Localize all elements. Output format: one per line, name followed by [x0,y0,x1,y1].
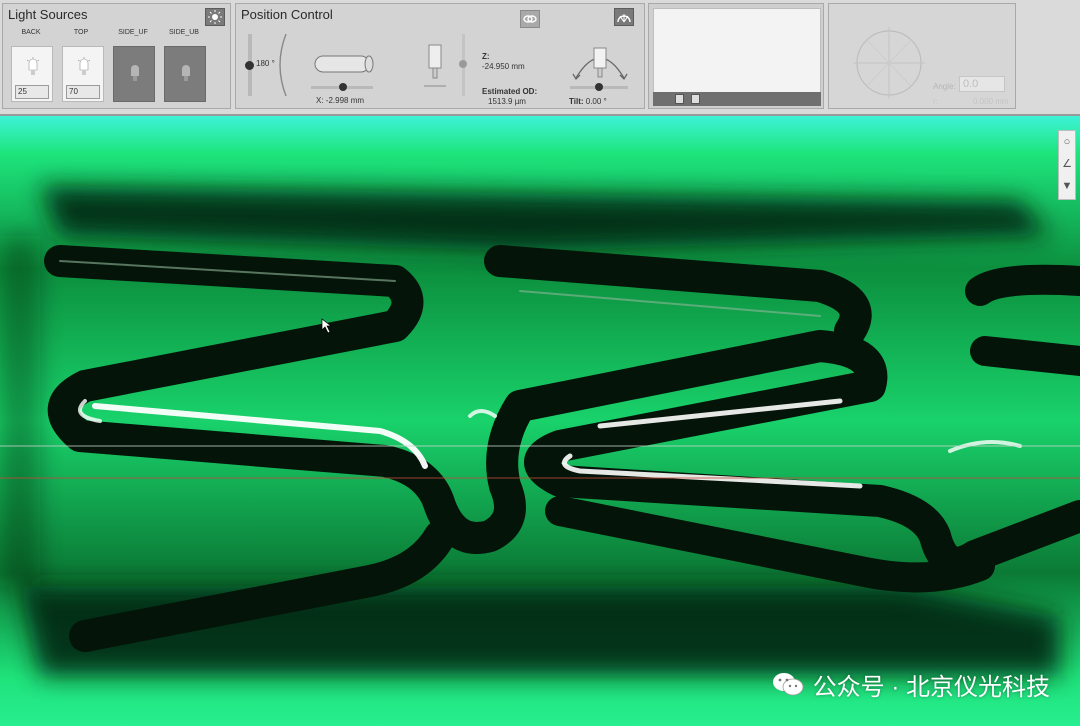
wechat-icon [772,673,804,696]
light-channel-side-uf[interactable] [113,46,155,102]
probe-icon [424,44,446,87]
angle-label: Angle: [933,82,956,91]
od-value: 1513.9 µm [488,97,526,106]
x-slider[interactable] [311,83,373,91]
tilt-slider-thumb[interactable] [595,83,603,91]
angle-input[interactable]: 0.0 [959,76,1005,92]
rotation-value: 180 ° [256,59,275,68]
position-control-panel: Position Control 180 ° X: -2.998 mm Z: -… [235,3,645,109]
cylinder-icon [314,55,374,73]
preview-panel [648,3,824,109]
r-label: r: [933,97,938,106]
bulb-icon [78,57,90,75]
preview-area[interactable] [653,8,821,94]
position-control-title: Position Control [241,7,333,22]
stent-image [0,116,1080,726]
toolbar: Light Sources BACK TOP SIDE_UF SIDE_UB 2… [0,0,1080,116]
channel-label-back: BACK [21,29,41,36]
tilt-readout: Tilt: 0.00 ° [569,97,607,106]
back-intensity-input[interactable]: 25 [15,85,49,99]
tilt-slider[interactable] [570,83,628,91]
channel-label-side-ub: SIDE_UB [169,29,199,36]
watermark-text: 公众号 · 北京仪光科技 [812,673,1050,701]
measure-toolbar: ○ ∠ ▼ [1058,130,1076,200]
channel-label-side-uf: SIDE_UF [118,29,148,36]
eraser-icon[interactable]: ▼ [1059,175,1075,197]
z-slider[interactable] [459,34,467,96]
z-label: Z: [482,52,490,61]
light-channel-top[interactable]: 70 [62,46,104,102]
top-intensity-input[interactable]: 70 [66,85,100,99]
light-sources-title: Light Sources [8,7,88,22]
rotation-slider[interactable] [245,34,254,96]
trash-icon[interactable] [691,94,700,104]
tilt-label: Tilt: [569,97,584,106]
z-value: -24.950 mm [482,62,525,71]
arc-icon[interactable] [614,8,634,26]
circle-tool-icon[interactable]: ○ [1059,131,1075,153]
r-value: 0.000 mm [973,97,1009,106]
tilt-value: 0.00 ° [585,97,607,106]
od-label: Estimated OD: [482,87,538,96]
x-slider-thumb[interactable] [339,83,347,91]
channel-label-top: TOP [73,29,89,36]
tilt-probe-icon [572,47,628,81]
watermark: 公众号 · 北京仪光科技 [771,668,1050,701]
rotation-slider-thumb[interactable] [245,61,254,70]
angle-tool-icon[interactable]: ∠ [1059,153,1075,175]
preview-toolbar [653,92,821,106]
light-channel-back[interactable]: 25 [11,46,53,102]
x-label: X: [316,96,324,105]
document-icon[interactable] [675,94,684,104]
light-channel-side-ub[interactable] [164,46,206,102]
bulb-icon [182,65,190,81]
light-sources-panel: Light Sources BACK TOP SIDE_UF SIDE_UB 2… [2,3,231,109]
rotation-arc-icon [279,33,287,97]
link-icon[interactable] [520,10,540,28]
polar-dial [853,27,925,99]
bulb-icon [131,65,139,81]
angle-panel: Angle: 0.0 r: 0.000 mm [828,3,1016,109]
x-position: X: -2.998 mm [316,96,364,105]
microscope-viewport[interactable] [0,116,1080,726]
bulb-icon [27,57,39,75]
x-value: -2.998 mm [325,96,365,105]
sun-icon[interactable] [205,8,225,26]
z-slider-thumb[interactable] [459,60,467,68]
